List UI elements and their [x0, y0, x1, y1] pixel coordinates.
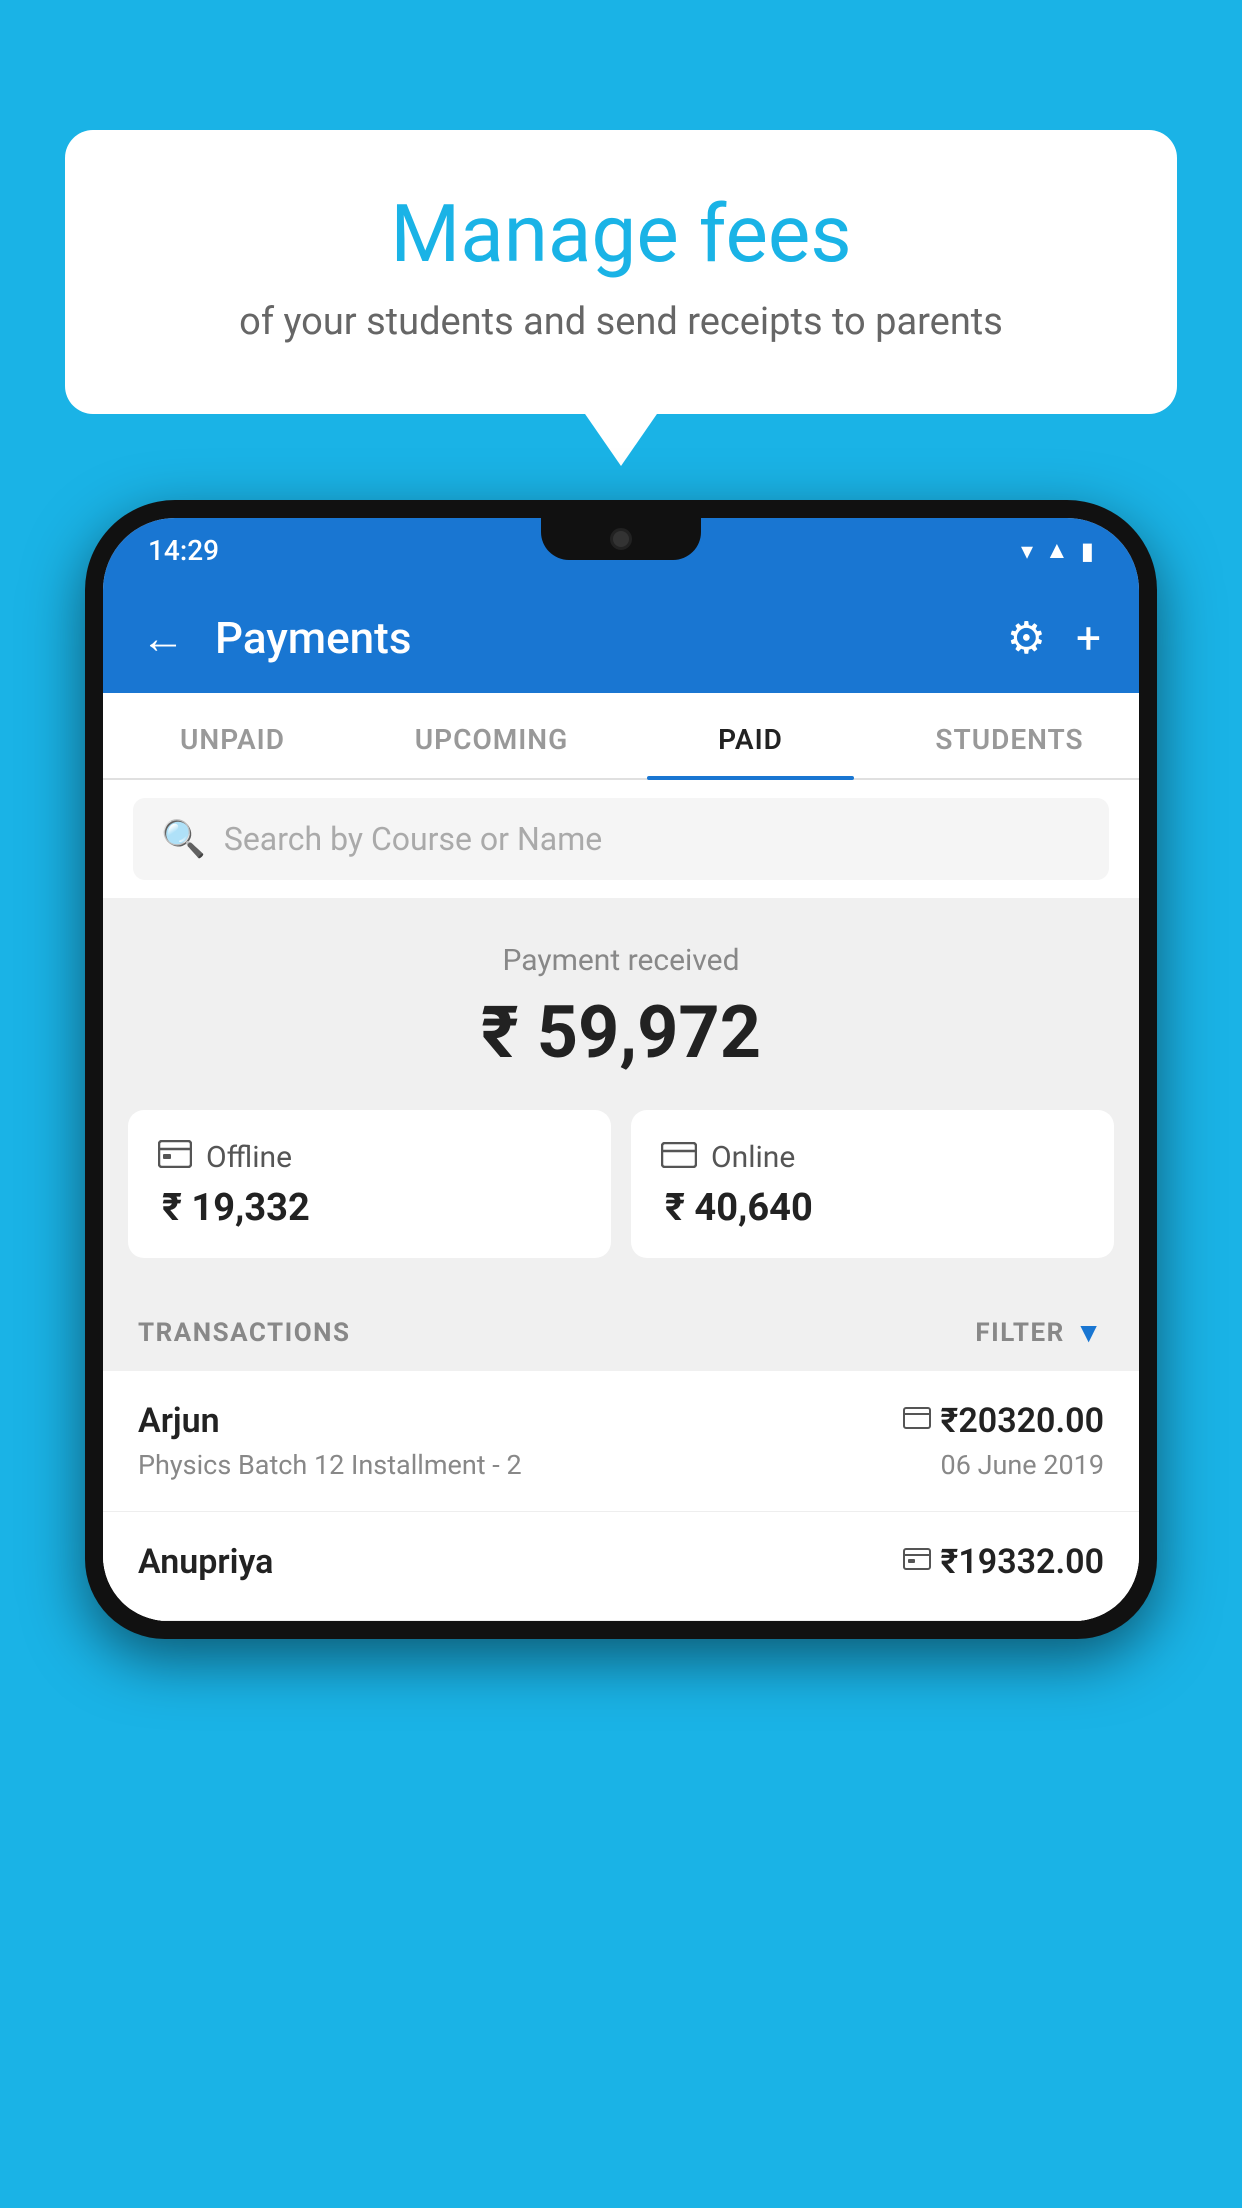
search-icon: 🔍 [161, 818, 206, 860]
app-background: Manage fees of your students and send re… [0, 0, 1242, 2208]
search-bar-container: 🔍 Search by Course or Name [103, 780, 1139, 898]
online-card: Online ₹ 40,640 [631, 1110, 1114, 1258]
settings-icon[interactable]: ⚙ [1007, 612, 1046, 664]
transaction-course: Physics Batch 12 Installment - 2 [138, 1449, 522, 1481]
tab-unpaid[interactable]: UNPAID [103, 693, 362, 778]
payment-received-section: Payment received ₹ 59,972 [103, 898, 1139, 1110]
content-area: 🔍 Search by Course or Name Payment recei… [103, 780, 1139, 1621]
payment-cards: Offline ₹ 19,332 [103, 1110, 1139, 1288]
bubble-subtitle: of your students and send receipts to pa… [145, 300, 1097, 344]
phone-mockup: 14:29 ▾ ▲ ▮ ← Payments ⚙ [85, 500, 1157, 2208]
search-bar[interactable]: 🔍 Search by Course or Name [133, 798, 1109, 880]
phone-outer: 14:29 ▾ ▲ ▮ ← Payments ⚙ [85, 500, 1157, 1639]
search-input[interactable]: Search by Course or Name [224, 820, 602, 858]
app-bar-title: Payments [215, 612, 977, 664]
transaction-amount-wrap: ₹20320.00 [903, 1401, 1104, 1441]
offline-card: Offline ₹ 19,332 [128, 1110, 611, 1258]
status-icons: ▾ ▲ ▮ [1021, 536, 1094, 565]
transaction-date: 06 June 2019 [941, 1449, 1104, 1481]
online-label: Online [711, 1140, 795, 1175]
tabs-bar: UNPAID UPCOMING PAID STUDENTS [103, 693, 1139, 780]
table-row[interactable]: Arjun ₹20320.00 [103, 1371, 1139, 1512]
wifi-icon: ▾ [1021, 537, 1033, 565]
add-icon[interactable]: + [1076, 612, 1101, 664]
offline-label: Offline [206, 1140, 292, 1175]
battery-icon: ▮ [1081, 537, 1094, 565]
app-bar-actions: ⚙ + [1007, 612, 1101, 664]
tab-students[interactable]: STUDENTS [880, 693, 1139, 778]
transaction-name: Anupriya [138, 1542, 273, 1582]
signal-icon: ▲ [1045, 536, 1069, 565]
tab-paid[interactable]: PAID [621, 693, 880, 778]
back-button[interactable]: ← [141, 612, 185, 664]
transactions-label: TRANSACTIONS [138, 1318, 350, 1348]
filter-icon: ▼ [1075, 1316, 1104, 1349]
phone-inner: 14:29 ▾ ▲ ▮ ← Payments ⚙ [103, 518, 1139, 1621]
payment-received-amount: ₹ 59,972 [133, 990, 1109, 1075]
filter-label: FILTER [975, 1318, 1064, 1348]
app-bar: ← Payments ⚙ + [103, 583, 1139, 693]
speech-bubble-container: Manage fees of your students and send re… [65, 130, 1177, 414]
transactions-list: Arjun ₹20320.00 [103, 1371, 1139, 1621]
filter-button[interactable]: FILTER ▼ [975, 1316, 1104, 1349]
notch [541, 518, 701, 560]
online-amount: ₹ 40,640 [661, 1186, 1084, 1230]
status-bar: 14:29 ▾ ▲ ▮ [103, 518, 1139, 583]
transaction-name: Arjun [138, 1401, 220, 1441]
online-icon [661, 1138, 697, 1176]
camera [610, 528, 632, 550]
speech-bubble: Manage fees of your students and send re… [65, 130, 1177, 414]
transaction-amount-wrap: ₹19332.00 [903, 1542, 1104, 1582]
cash-payment-icon [903, 1547, 931, 1577]
transactions-header: TRANSACTIONS FILTER ▼ [103, 1288, 1139, 1371]
payment-received-label: Payment received [133, 943, 1109, 978]
table-row[interactable]: Anupriya ₹19332. [103, 1512, 1139, 1621]
bubble-title: Manage fees [145, 190, 1097, 278]
tab-upcoming[interactable]: UPCOMING [362, 693, 621, 778]
status-time: 14:29 [148, 534, 219, 567]
transaction-amount: ₹19332.00 [941, 1542, 1104, 1582]
transaction-amount: ₹20320.00 [941, 1401, 1104, 1441]
card-payment-icon [903, 1406, 931, 1436]
offline-icon [158, 1138, 192, 1176]
offline-amount: ₹ 19,332 [158, 1186, 581, 1230]
